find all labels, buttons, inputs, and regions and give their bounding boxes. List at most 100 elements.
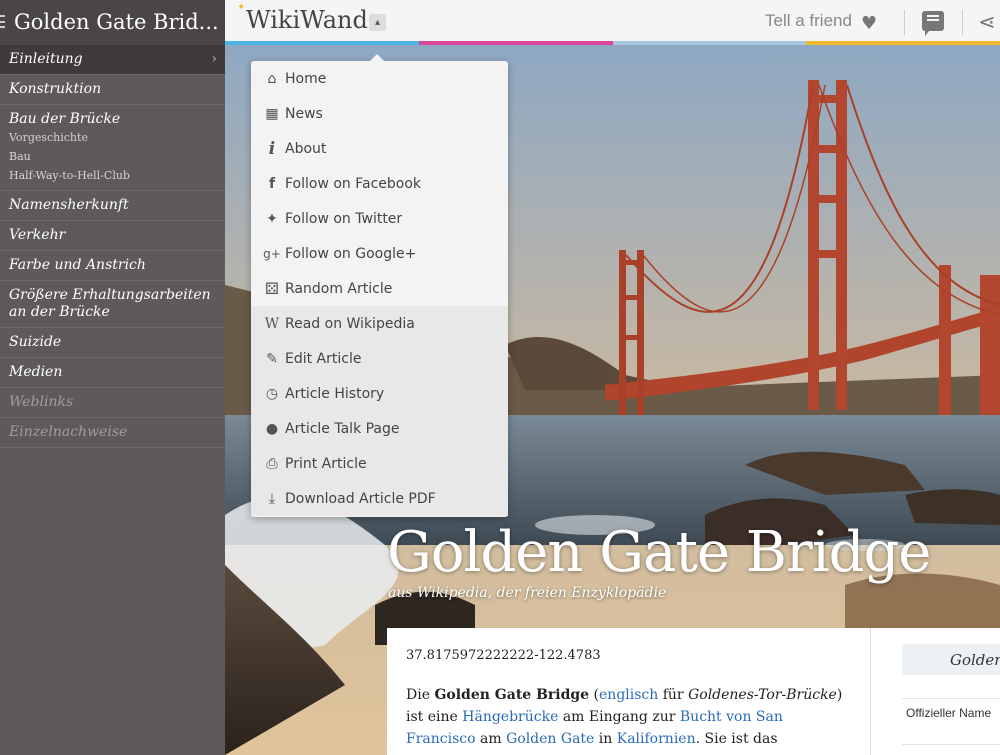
- intro-bold-title: Golden Gate Bridge: [434, 687, 590, 703]
- google-plus-icon: g+: [263, 246, 281, 261]
- menu-item-follow-facebook[interactable]: f Follow on Facebook: [251, 166, 508, 201]
- download-icon: ⤓: [268, 490, 276, 507]
- toc-item-einleitung[interactable]: Einleitung ›: [0, 45, 225, 75]
- menu-item-label: Article History: [285, 385, 385, 402]
- info-icon: i: [268, 138, 276, 159]
- infobox-title: Golden: [902, 644, 1000, 675]
- toc-item-weblinks[interactable]: Weblinks: [0, 388, 225, 418]
- table-of-contents-sidebar: Golden Gate Brid... Einleitung › Konstru…: [0, 0, 225, 755]
- menu-item-home[interactable]: ⌂ Home: [251, 61, 508, 96]
- menu-item-label: Print Article: [285, 455, 367, 472]
- menu-item-label: Article Talk Page: [285, 420, 400, 437]
- toc-item-suizide[interactable]: Suizide: [0, 328, 225, 358]
- sidebar-title[interactable]: Golden Gate Brid...: [0, 0, 225, 45]
- coordinates-text[interactable]: 37.8175972222222-122.4783: [406, 648, 850, 663]
- toc-subitem-vorgeschichte[interactable]: Vorgeschichte: [9, 128, 216, 147]
- facebook-icon: f: [268, 175, 276, 192]
- toc-item-label: Verkehr: [9, 227, 66, 243]
- infobox-divider: [902, 744, 1000, 745]
- menu-item-article-history[interactable]: ◷ Article History: [251, 376, 508, 411]
- link-haengebruecke[interactable]: Hängebrücke: [462, 709, 558, 725]
- link-golden-gate[interactable]: Golden Gate: [506, 731, 594, 747]
- toc-item-label: Einzelnachweise: [9, 424, 128, 440]
- menu-item-random-article[interactable]: ⚄ Random Article: [251, 271, 508, 306]
- toc-item-label: Suizide: [9, 334, 62, 350]
- menu-item-label: Home: [285, 70, 327, 87]
- toc-subitem-bau[interactable]: Bau: [9, 147, 216, 166]
- intro-text: in: [594, 731, 617, 747]
- printer-icon: ⎙: [266, 455, 278, 472]
- menu-item-label: Follow on Facebook: [285, 175, 422, 192]
- toc-item-label: Weblinks: [9, 394, 74, 410]
- toc-item-verkehr[interactable]: Verkehr: [0, 221, 225, 251]
- menu-item-edit-article[interactable]: ✎ Edit Article: [251, 341, 508, 376]
- intro-text: (: [589, 687, 600, 703]
- twitter-icon: ✦: [266, 210, 278, 227]
- toc-subitem-half-way-to-hell-club[interactable]: Half-Way-to-Hell-Club: [9, 166, 216, 185]
- header-divider: [962, 10, 963, 35]
- toc-item-einzelnachweise[interactable]: Einzelnachweise: [0, 418, 225, 448]
- menu-item-label: Read on Wikipedia: [285, 315, 415, 332]
- heart-icon[interactable]: ♥: [861, 13, 877, 34]
- menu-item-follow-twitter[interactable]: ✦ Follow on Twitter: [251, 201, 508, 236]
- clock-icon: ◷: [265, 385, 279, 402]
- intro-italic-translation: Goldenes-Tor-Brücke: [688, 687, 837, 703]
- wikiwand-logo[interactable]: WikiWand: [246, 6, 368, 34]
- menu-item-download-pdf[interactable]: ⤓ Download Article PDF: [251, 481, 508, 516]
- toc-item-bau-der-bruecke[interactable]: Bau der Brücke Vorgeschichte Bau Half-Wa…: [0, 105, 225, 191]
- toc-item-konstruktion[interactable]: Konstruktion: [0, 75, 225, 105]
- intro-paragraph: Die Golden Gate Bridge (englisch für Gol…: [406, 684, 850, 750]
- toc-item-label: Einleitung: [9, 51, 83, 67]
- tell-a-friend-link[interactable]: Tell a friend: [765, 11, 852, 31]
- menu-item-label: Follow on Twitter: [285, 210, 403, 227]
- toc-item-medien[interactable]: Medien: [0, 358, 225, 388]
- infobox-row-label: Offizieller Name: [902, 698, 1000, 720]
- toc-item-label: Medien: [9, 364, 63, 380]
- toc-item-label: Größere Erhaltungsarbeiten an der Brücke: [9, 287, 211, 320]
- intro-text: Die: [406, 687, 435, 703]
- home-icon: ⌂: [267, 70, 277, 87]
- menu-item-label: Follow on Google+: [285, 245, 417, 262]
- share-icon[interactable]: ⋖: [978, 10, 996, 34]
- menu-item-article-talk-page[interactable]: ● Article Talk Page: [251, 411, 508, 446]
- toc-item-namensherkunft[interactable]: Namensherkunft: [0, 191, 225, 221]
- infobox: Golden Offizieller Name: [870, 628, 1000, 755]
- hero-subtitle: aus Wikipedia, der freien Enzyklopädie: [388, 585, 667, 601]
- wikipedia-icon: W: [264, 315, 280, 332]
- chevron-right-icon: ›: [211, 51, 217, 67]
- link-englisch[interactable]: englisch: [599, 687, 658, 703]
- intro-text: am Eingang zur: [558, 709, 680, 725]
- toc-item-farbe-und-anstrich[interactable]: Farbe und Anstrich: [0, 251, 225, 281]
- toc-item-label: Bau der Brücke: [9, 111, 121, 127]
- top-header: ✦ WikiWand ▴ Tell a friend ♥ ⋖: [225, 0, 1000, 45]
- menu-item-about[interactable]: i About: [251, 131, 508, 166]
- menu-item-follow-google-plus[interactable]: g+ Follow on Google+: [251, 236, 508, 271]
- header-divider: [904, 10, 905, 35]
- sidebar-title-text: Golden Gate Brid...: [14, 10, 219, 34]
- menu-item-print-article[interactable]: ⎙ Print Article: [251, 446, 508, 481]
- intro-text: am: [475, 731, 507, 747]
- link-kalifornien[interactable]: Kalifornien: [617, 731, 696, 747]
- chevron-up-icon[interactable]: ▴: [369, 14, 386, 31]
- pencil-icon: ✎: [266, 350, 278, 367]
- menu-item-label: Download Article PDF: [285, 490, 436, 507]
- toc-item-erhaltungsarbeiten[interactable]: Größere Erhaltungsarbeiten an der Brücke: [0, 281, 225, 328]
- article-body: 37.8175972222222-122.4783 Die Golden Gat…: [387, 628, 870, 755]
- dice-icon: ⚄: [265, 279, 279, 298]
- intro-text: für: [658, 687, 689, 703]
- wikiwand-dropdown-menu: ⌂ Home ▦ News i About f Follow on Facebo…: [251, 54, 508, 517]
- sparkle-icon: ✦: [237, 2, 246, 13]
- calendar-icon: ▦: [265, 105, 279, 122]
- hamburger-icon[interactable]: [0, 15, 5, 28]
- comment-icon[interactable]: [922, 11, 944, 36]
- toc-item-label: Konstruktion: [9, 81, 102, 97]
- chat-icon: ●: [265, 420, 279, 437]
- menu-item-label: About: [285, 140, 327, 157]
- toc-item-label: Namensherkunft: [9, 197, 129, 213]
- menu-item-news[interactable]: ▦ News: [251, 96, 508, 131]
- menu-item-label: Random Article: [285, 280, 393, 297]
- hero-title: Golden Gate Bridge: [387, 520, 931, 585]
- toc-item-label: Farbe und Anstrich: [9, 257, 146, 273]
- menu-item-label: News: [285, 105, 323, 122]
- menu-item-read-on-wikipedia[interactable]: W Read on Wikipedia: [251, 306, 508, 341]
